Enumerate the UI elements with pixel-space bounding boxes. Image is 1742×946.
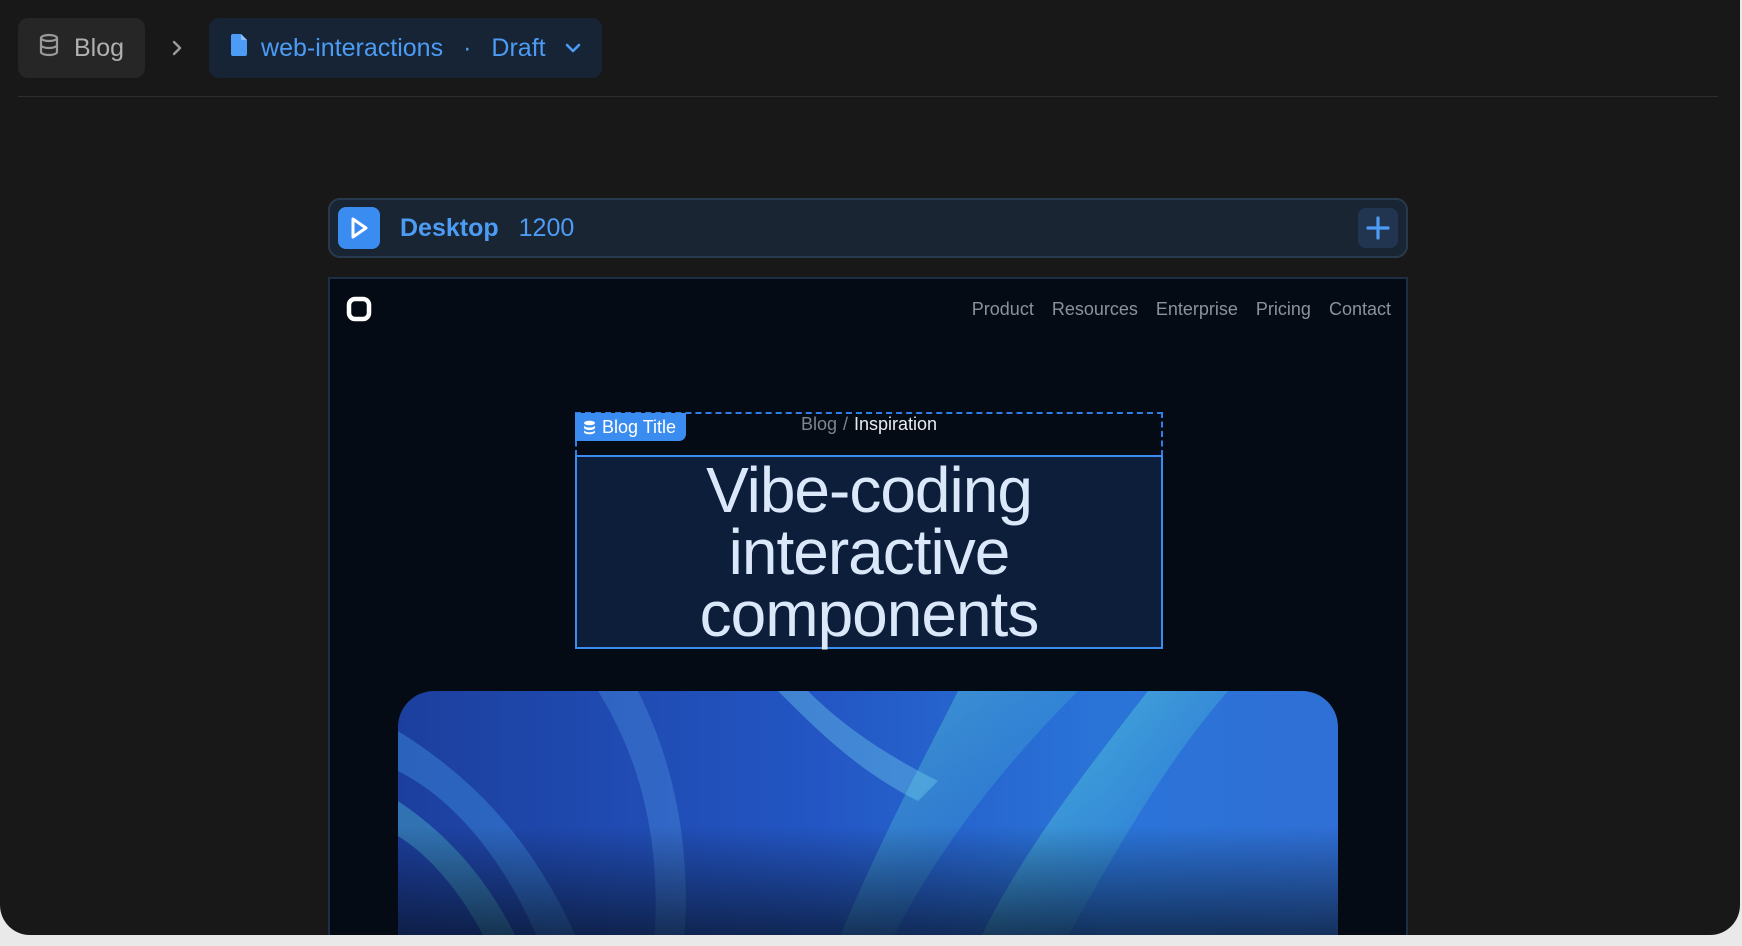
plus-icon[interactable] (1358, 208, 1398, 248)
chevron-right-icon (145, 38, 209, 58)
breadcrumb-file-dropdown[interactable]: web-interactions · Draft (209, 18, 602, 78)
nav-item-resources[interactable]: Resources (1052, 299, 1138, 320)
file-name: web-interactions (261, 33, 444, 62)
breadcrumb-root-blog[interactable]: Blog (18, 18, 146, 78)
post-crumb-current[interactable]: Inspiration (854, 414, 937, 434)
file-status: Draft (491, 33, 546, 62)
editor-window: Blog web-interactions · Draft Desktop 12… (0, 0, 1740, 935)
hero-image (398, 691, 1338, 935)
nav-item-enterprise[interactable]: Enterprise (1156, 299, 1238, 320)
blog-title-line: interactive (728, 516, 1011, 588)
selection-tag[interactable]: Blog Title (575, 413, 687, 441)
nav-item-pricing[interactable]: Pricing (1256, 299, 1311, 320)
post-crumb-separator: / (842, 414, 848, 434)
breakpoint-bar[interactable]: Desktop 1200 (328, 198, 1408, 258)
site-logo-icon (346, 296, 372, 322)
canvas-frame[interactable]: Product Resources Enterprise Pricing Con… (328, 277, 1408, 935)
blog-title: Vibe-coding interactive components (577, 454, 1161, 650)
top-divider (18, 96, 1718, 97)
blog-title-line: components (699, 578, 1040, 650)
selection-tag-label: Blog Title (602, 416, 677, 437)
breadcrumb: Blog web-interactions · Draft (18, 18, 602, 78)
database-icon (38, 33, 60, 64)
breadcrumb-root-label: Blog (74, 33, 125, 62)
breakpoint-width: 1200 (518, 213, 575, 242)
blog-title-line: Vibe-coding (706, 454, 1033, 526)
chevron-down-icon (564, 42, 582, 54)
breakpoint-name: Desktop (400, 213, 499, 242)
post-crumb-parent[interactable]: Blog (801, 414, 837, 434)
nav-item-contact[interactable]: Contact (1329, 299, 1391, 320)
site-nav: Product Resources Enterprise Pricing Con… (972, 299, 1391, 320)
blog-title-selected[interactable]: Vibe-coding interactive components (575, 455, 1163, 649)
file-icon (229, 33, 249, 64)
database-icon (583, 420, 596, 435)
play-icon[interactable] (338, 207, 380, 249)
separator-dot: · (463, 33, 472, 62)
nav-item-product[interactable]: Product (972, 299, 1034, 320)
